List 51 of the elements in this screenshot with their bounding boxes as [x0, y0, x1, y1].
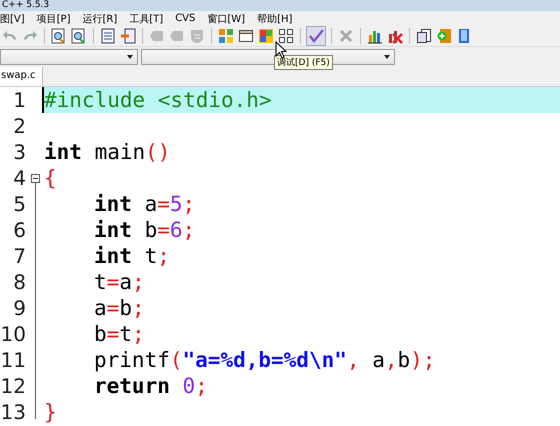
menu-item[interactable]: 工具[T] — [129, 12, 164, 26]
code-line: int a=5; — [93, 191, 196, 217]
line-number: 7 — [12, 244, 26, 268]
window-title: C++ 5.5.3 — [2, 0, 50, 10]
caret-icon — [127, 55, 133, 59]
code-line: return 0; — [93, 373, 209, 399]
book-icon[interactable] — [456, 28, 472, 44]
code-line: printf("a=%d,b=%d\n", a,b); — [93, 347, 436, 373]
line-number: 2 — [12, 114, 26, 138]
tiles-icon[interactable] — [218, 28, 234, 44]
code-line: t=a; — [93, 269, 146, 295]
line-number: 4 — [12, 166, 26, 190]
line-number: 13 — [0, 400, 26, 424]
replace-icon[interactable] — [71, 28, 87, 44]
line-number: 1 — [12, 88, 26, 112]
code-line: } — [44, 399, 58, 425]
line-number: 10 — [0, 322, 26, 346]
menu-item[interactable]: 帮助[H] — [257, 12, 292, 26]
menu-item[interactable]: 运行[R] — [82, 12, 118, 26]
window-icon[interactable] — [238, 28, 254, 44]
line-number: 8 — [12, 270, 26, 294]
checkmark-icon[interactable] — [307, 27, 325, 45]
line-number: 12 — [0, 374, 26, 398]
line-number: 3 — [12, 140, 26, 164]
line-number: 11 — [0, 348, 26, 372]
copy-icon[interactable] — [416, 28, 432, 44]
tooltip: 调试[D] (F5) — [274, 55, 333, 70]
color-grid-icon[interactable] — [258, 28, 274, 44]
bar-chart-icon[interactable] — [367, 28, 383, 44]
menu-item[interactable]: 窗口[W] — [207, 12, 246, 26]
mouse-cursor-icon — [275, 41, 287, 59]
code-line: { — [44, 165, 58, 191]
fold-toggle-icon[interactable] — [30, 174, 40, 182]
menu-item[interactable]: 项目[P] — [36, 12, 70, 26]
line-number: 5 — [12, 192, 26, 216]
delete-chart-icon[interactable] — [387, 28, 403, 44]
file-tab[interactable]: swap.c — [0, 67, 43, 86]
find-icon[interactable] — [51, 28, 67, 44]
code-line: int t; — [93, 243, 171, 269]
indent-icon[interactable] — [120, 28, 136, 44]
line-number: 6 — [12, 218, 26, 242]
line-number: 9 — [12, 296, 26, 320]
code-line: int main() — [44, 139, 172, 165]
menu-item[interactable]: 图[V] — [0, 12, 25, 26]
list-icon[interactable] — [100, 28, 116, 44]
code-line: int b=6; — [93, 217, 196, 243]
grid-icon[interactable] — [278, 28, 294, 44]
code-line: b=t; — [93, 321, 146, 347]
code-line: a=b; — [93, 295, 146, 321]
caret-icon — [384, 55, 390, 59]
menu-item[interactable]: CVS — [175, 13, 196, 24]
